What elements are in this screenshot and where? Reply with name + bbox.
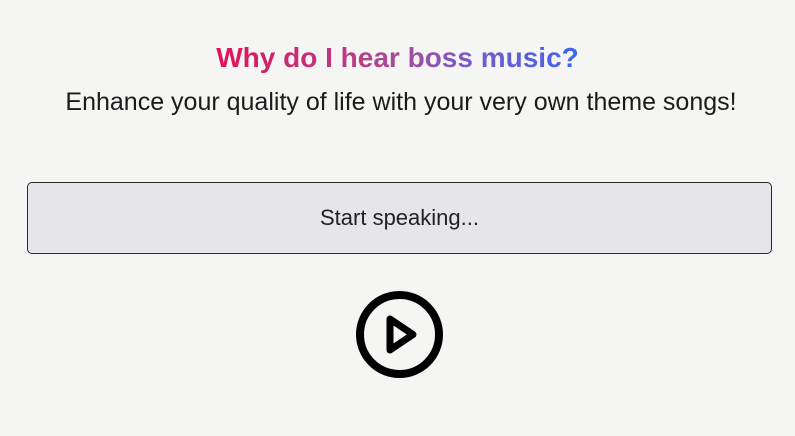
page-subtitle: Enhance your quality of life with your v… [65,88,737,116]
page-title: Why do I hear boss music? [0,40,795,76]
speech-input-placeholder: Start speaking... [320,205,479,230]
play-button[interactable] [355,290,444,379]
page-title-text: Why do I hear boss music? [216,42,579,73]
speech-input[interactable]: Start speaking... [27,182,772,254]
play-circle-icon [356,291,443,378]
